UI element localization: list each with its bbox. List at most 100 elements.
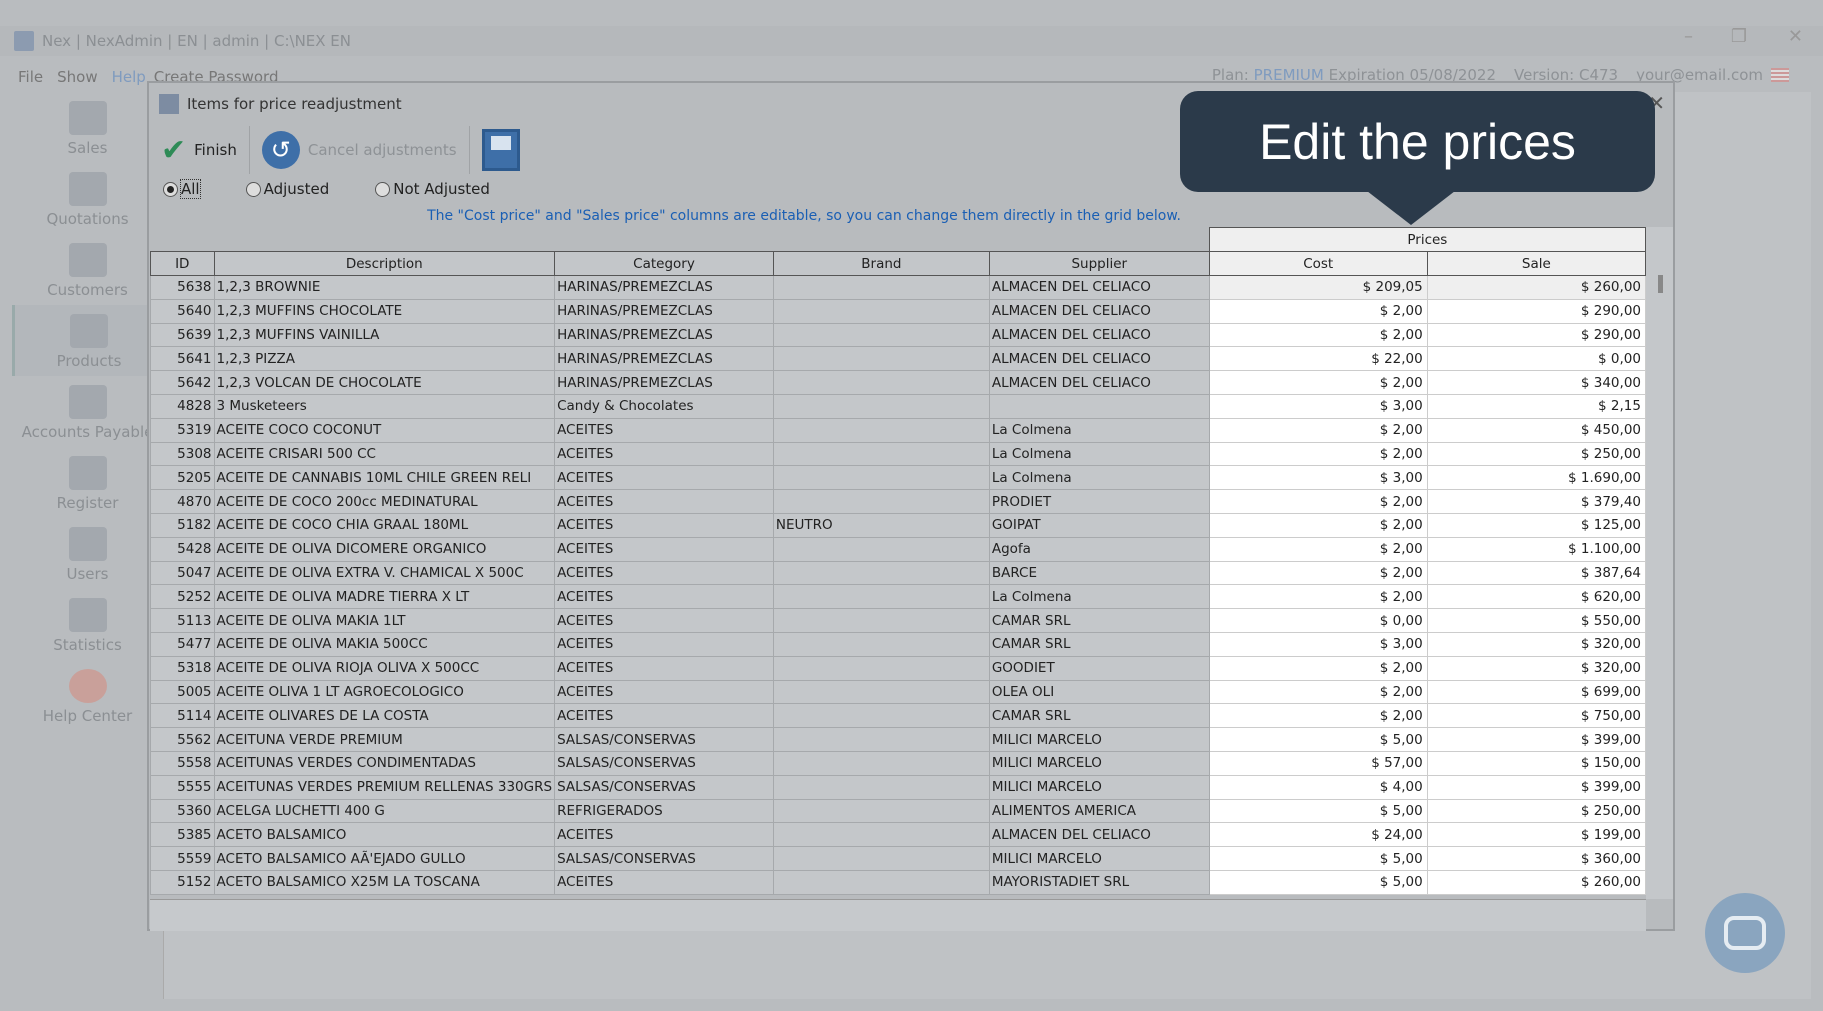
cell-cost[interactable]: $ 5,00	[1208, 727, 1428, 752]
cell-cost[interactable]: $ 2,00	[1208, 512, 1428, 538]
cell-sale[interactable]: $ 387,64	[1426, 560, 1647, 586]
cell-cost[interactable]: $ 2,00	[1208, 489, 1428, 514]
table-row[interactable]: 5642 1,2,3 VOLCAN DE CHOCOLATE HARINAS/PRE…	[150, 370, 1647, 395]
cell-sale[interactable]: $ 320,00	[1426, 631, 1647, 657]
cell-cost[interactable]: $ 24,00	[1208, 822, 1428, 848]
cell-sale[interactable]: $ 2,15	[1426, 393, 1647, 419]
cell-sale[interactable]: $ 399,00	[1426, 774, 1647, 800]
cell-cost[interactable]: $ 2,00	[1208, 322, 1428, 348]
table-row[interactable]: 5558 ACEITUNAS VERDES CONDIMENTADAS SALSAS…	[150, 750, 1647, 776]
cell-cost[interactable]: $ 0,00	[1208, 608, 1428, 633]
table-row[interactable]: 4870 ACEITE DE COCO 200cc MEDINATURAL ACEI…	[150, 489, 1647, 514]
cell-sale[interactable]: $ 620,00	[1426, 584, 1647, 610]
radio-not-adjusted[interactable]: Not Adjusted	[375, 180, 490, 198]
cell-cost[interactable]: $ 4,00	[1208, 774, 1428, 800]
table-row[interactable]: 5047 ACEITE DE OLIVA EXTRA V. CHAMICAL X …	[150, 560, 1647, 586]
column-header-cost[interactable]: Cost	[1208, 251, 1428, 276]
cell-sale[interactable]: $ 1.690,00	[1426, 465, 1647, 491]
cell-sale[interactable]: $ 379,40	[1426, 489, 1647, 514]
table-row[interactable]: 5385 ACETO BALSAMICO ACEITES ALMACEN DEL CE…	[150, 822, 1647, 848]
sidebar-item-help-center[interactable]: Help Center	[12, 660, 163, 731]
cell-sale[interactable]: $ 699,00	[1426, 679, 1647, 705]
cell-cost[interactable]: $ 2,00	[1208, 584, 1428, 610]
table-row[interactable]: 5562 ACEITUNA VERDE PREMIUM SALSAS/CONSERV…	[150, 727, 1647, 752]
restore-button[interactable]: ❐	[1731, 26, 1747, 47]
sidebar-item-accounts-payable[interactable]: Accounts Payable	[12, 376, 163, 447]
cell-cost[interactable]: $ 3,00	[1208, 631, 1428, 657]
table-row[interactable]: 5308 ACEITE CRISARI 500 CC ACEITES La Colme…	[150, 441, 1647, 467]
cell-sale[interactable]: $ 320,00	[1426, 655, 1647, 681]
save-button[interactable]	[470, 126, 532, 174]
close-window-button[interactable]: ✕	[1788, 26, 1803, 47]
cell-sale[interactable]: $ 360,00	[1426, 846, 1647, 871]
table-row[interactable]: 5113 ACEITE DE OLIVA MAKIA 1LT ACEITES CAMA…	[150, 608, 1647, 633]
cell-cost[interactable]: $ 2,00	[1208, 655, 1428, 681]
column-header-category[interactable]: Category	[554, 251, 774, 276]
table-row[interactable]: 5641 1,2,3 PIZZA HARINAS/PREMEZCLAS ALMACEN…	[150, 346, 1647, 372]
cell-sale[interactable]: $ 260,00	[1426, 275, 1647, 300]
cell-cost[interactable]: $ 2,00	[1208, 536, 1428, 562]
cell-sale[interactable]: $ 250,00	[1426, 441, 1647, 467]
sidebar-item-sales[interactable]: Sales	[12, 92, 163, 163]
cell-sale[interactable]: $ 199,00	[1426, 822, 1647, 848]
column-header-supplier[interactable]: Supplier	[988, 251, 1210, 276]
table-row[interactable]: 5639 1,2,3 MUFFINS VAINILLA HARINAS/PREMEZ…	[150, 322, 1647, 348]
cancel-adjustments-button[interactable]: ↺ Cancel adjustments	[250, 126, 470, 174]
chat-button[interactable]	[1705, 893, 1785, 973]
column-header-description[interactable]: Description	[213, 251, 556, 276]
cell-cost[interactable]: $ 2,00	[1208, 679, 1428, 705]
table-row[interactable]: 4828 3 Musketeers Candy & Chocolates $ 3,00…	[150, 393, 1647, 419]
cell-cost[interactable]: $ 2,00	[1208, 703, 1428, 729]
column-header-id[interactable]: ID	[150, 251, 215, 276]
cell-cost[interactable]: $ 3,00	[1208, 465, 1428, 491]
table-row[interactable]: 5428 ACEITE DE OLIVA DICOMERE ORGANICO ACE…	[150, 536, 1647, 562]
table-row[interactable]: 5318 ACEITE DE OLIVA RIOJA OLIVA X 500CC A…	[150, 655, 1647, 681]
cell-cost[interactable]: $ 2,00	[1208, 441, 1428, 467]
table-row[interactable]: 5360 ACELGA LUCHETTI 400 G REFRIGERADOS ALI…	[150, 798, 1647, 824]
table-row[interactable]: 5555 ACEITUNAS VERDES PREMIUM RELLENAS 33…	[150, 774, 1647, 800]
cell-sale[interactable]: $ 290,00	[1426, 322, 1647, 348]
table-row[interactable]: 5559 ACETO BALSAMICO AÃ'EJADO GULLO SALSAS…	[150, 846, 1647, 871]
radio-all[interactable]: All	[163, 179, 201, 199]
table-row[interactable]: 5005 ACEITE OLIVA 1 LT AGROECOLOGICO ACEIT…	[150, 679, 1647, 705]
table-row[interactable]: 5252 ACEITE DE OLIVA MADRE TIERRA X LT ACE…	[150, 584, 1647, 610]
menu-help[interactable]: Help	[112, 68, 146, 86]
cell-sale[interactable]: $ 250,00	[1426, 798, 1647, 824]
cell-sale[interactable]: $ 450,00	[1426, 417, 1647, 443]
sidebar-item-register[interactable]: Register	[12, 447, 163, 518]
cell-cost[interactable]: $ 2,00	[1208, 417, 1428, 443]
table-row[interactable]: 5640 1,2,3 MUFFINS CHOCOLATE HARINAS/PREME…	[150, 298, 1647, 324]
sidebar-item-statistics[interactable]: Statistics	[12, 589, 163, 660]
minimize-button[interactable]: –	[1684, 26, 1693, 47]
menu-file[interactable]: File	[18, 68, 43, 86]
cell-cost[interactable]: $ 2,00	[1208, 370, 1428, 395]
cell-cost[interactable]: $ 3,00	[1208, 393, 1428, 419]
scrollbar-thumb[interactable]	[1658, 275, 1663, 293]
table-row[interactable]: 5205 ACEITE DE CANNABIS 10ML CHILE GREEN …	[150, 465, 1647, 491]
table-row[interactable]: 5319 ACEITE COCO COCONUT ACEITES La Colmena…	[150, 417, 1647, 443]
cell-cost[interactable]: $ 2,00	[1208, 298, 1428, 324]
table-row[interactable]: 5638 1,2,3 BROWNIE HARINAS/PREMEZCLAS ALMAC…	[150, 275, 1647, 300]
cell-sale[interactable]: $ 0,00	[1426, 346, 1647, 372]
cell-cost[interactable]: $ 5,00	[1208, 798, 1428, 824]
cell-cost[interactable]: $ 2,00	[1208, 560, 1428, 586]
cell-cost[interactable]: $ 5,00	[1208, 846, 1428, 871]
menu-show[interactable]: Show	[57, 68, 97, 86]
sidebar-item-products[interactable]: Products	[12, 305, 163, 376]
cell-cost[interactable]: $ 209,05	[1208, 275, 1428, 300]
sidebar-item-customers[interactable]: Customers	[12, 234, 163, 305]
radio-adjusted[interactable]: Adjusted	[245, 180, 329, 198]
vertical-scrollbar[interactable]	[1646, 227, 1673, 899]
table-row[interactable]: 5152 ACETO BALSAMICO X25M LA TOSCANA ACEIT…	[150, 869, 1647, 895]
sidebar-item-quotations[interactable]: Quotations	[12, 163, 163, 234]
cell-sale[interactable]: $ 150,00	[1426, 750, 1647, 776]
column-header-sale[interactable]: Sale	[1426, 251, 1647, 276]
column-header-brand[interactable]: Brand	[772, 251, 990, 276]
table-row[interactable]: 5182 ACEITE DE COCO CHIA GRAAL 180ML ACEIT…	[150, 512, 1647, 538]
cell-sale[interactable]: $ 290,00	[1426, 298, 1647, 324]
finish-button[interactable]: ✔ Finish	[149, 126, 250, 174]
cell-cost[interactable]: $ 57,00	[1208, 750, 1428, 776]
cell-sale[interactable]: $ 550,00	[1426, 608, 1647, 633]
sidebar-item-users[interactable]: Users	[12, 518, 163, 589]
cell-sale[interactable]: $ 340,00	[1426, 370, 1647, 395]
